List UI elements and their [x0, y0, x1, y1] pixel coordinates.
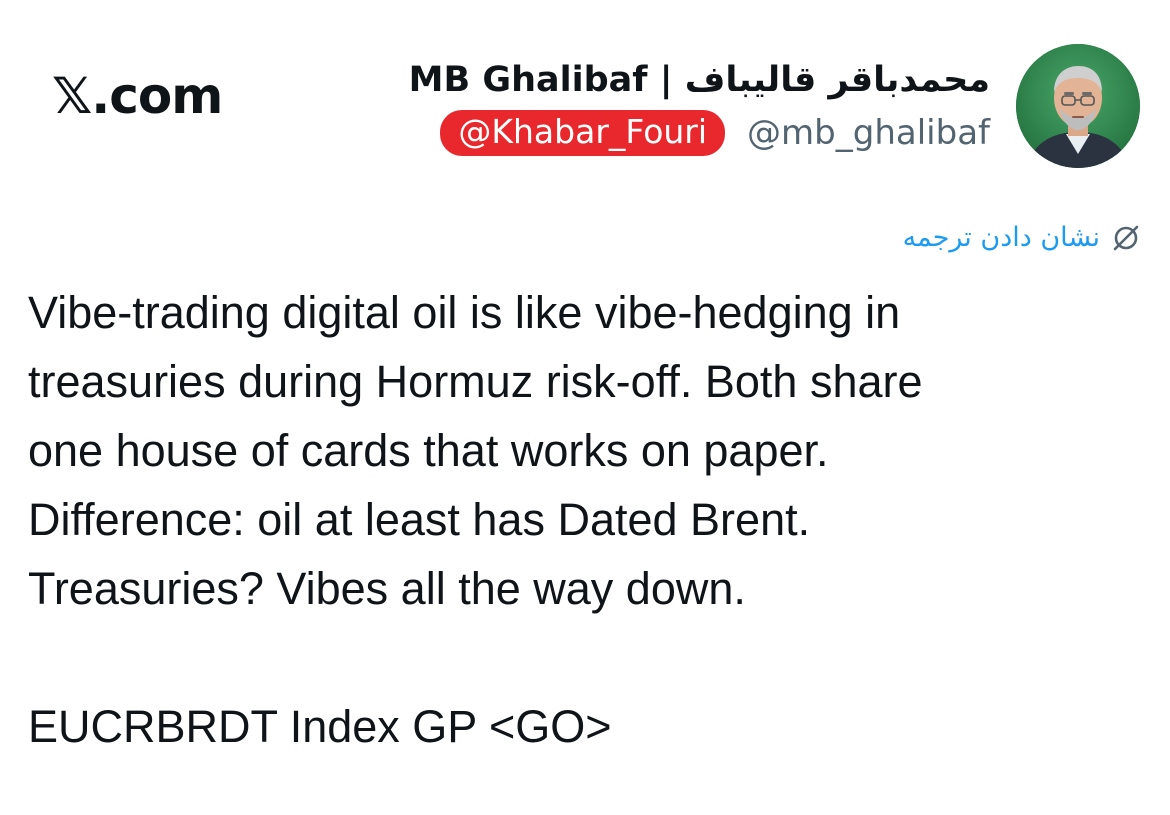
tweet-line: Treasuries? Vibes all the way down.: [28, 563, 746, 614]
tweet-footer-line: EUCRBRDT Index GP <GO>: [28, 701, 612, 752]
watermark-badge: @Khabar_Fouri: [440, 110, 726, 156]
show-translation-link[interactable]: نشان دادن ترجمه: [903, 218, 1142, 258]
author-info: MB Ghalibaf | محمدباقر قالیباف @Khabar_F…: [409, 56, 990, 156]
tweet-line: Vibe-trading digital oil is like vibe-he…: [28, 287, 901, 338]
x-com-logo: 𝕏.com: [52, 67, 223, 125]
avatar-portrait-icon: [1016, 44, 1140, 168]
author-handle[interactable]: @mb_ghalibaf: [747, 111, 990, 155]
author-display-name[interactable]: MB Ghalibaf | محمدباقر قالیباف: [409, 56, 990, 104]
avatar[interactable]: [1016, 44, 1140, 168]
tweet-header: MB Ghalibaf | محمدباقر قالیباف @Khabar_F…: [409, 44, 1140, 168]
handle-row: @Khabar_Fouri @mb_ghalibaf: [440, 110, 990, 156]
globe-translate-icon: [1110, 222, 1142, 254]
tweet-text: Vibe-trading digital oil is like vibe-he…: [28, 278, 1138, 761]
tweet-line: Difference: oil at least has Dated Brent…: [28, 494, 811, 545]
tweet-spacer: [28, 623, 1138, 692]
tweet-line: treasuries during Hormuz risk-off. Both …: [28, 356, 923, 407]
tweet-line: one house of cards that works on paper.: [28, 425, 829, 476]
show-translation-label[interactable]: نشان دادن ترجمه: [903, 218, 1100, 258]
